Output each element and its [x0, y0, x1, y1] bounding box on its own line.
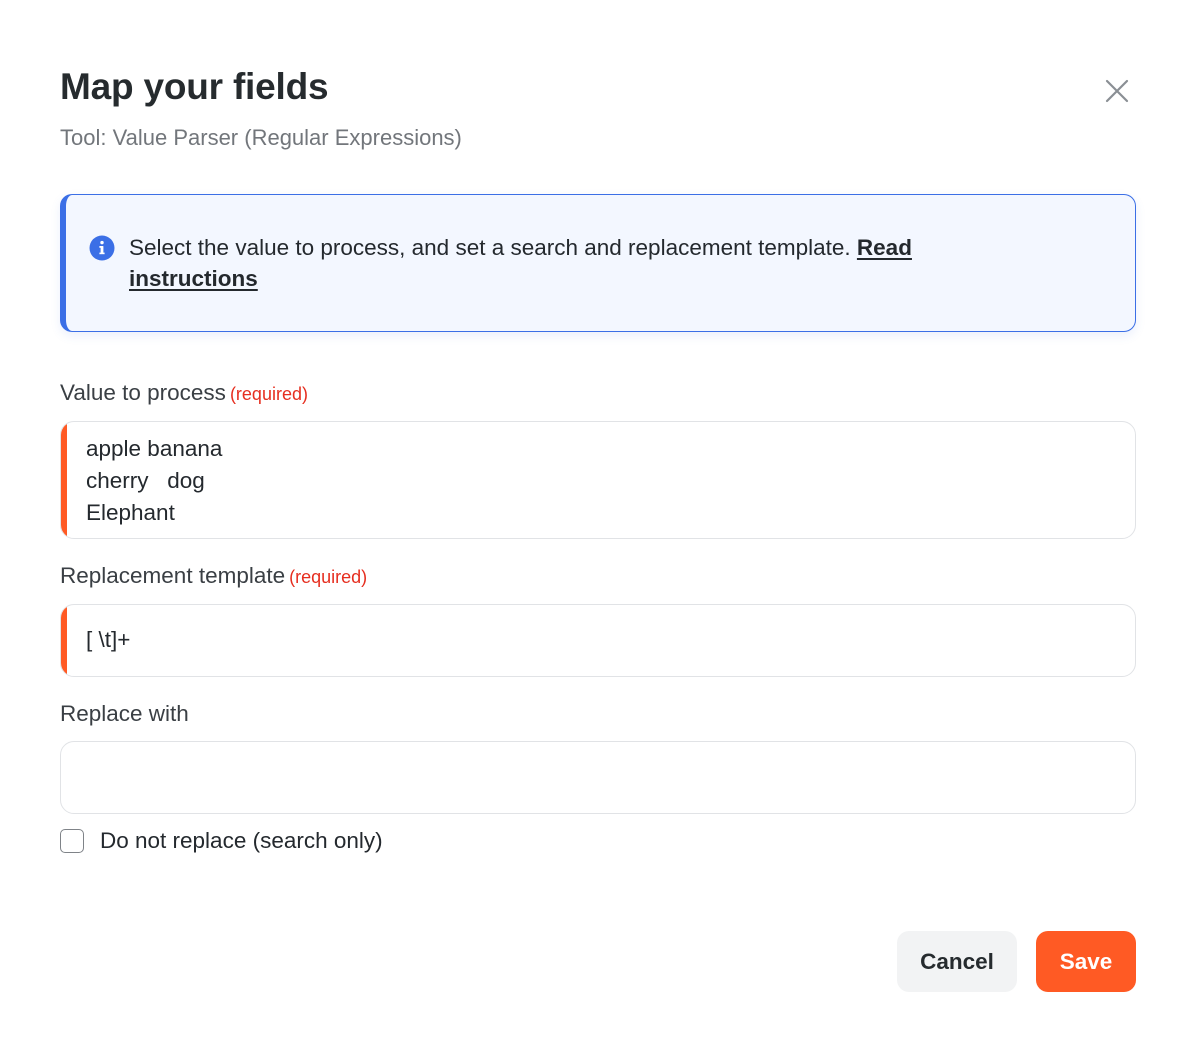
info-banner: Select the value to process, and set a s… [60, 194, 1136, 332]
replace-with-field[interactable] [60, 741, 1136, 814]
value-to-process-label-text: Value to process [60, 380, 226, 405]
replacement-template-field[interactable]: [ \t]+ [60, 604, 1136, 677]
required-indicator: (required) [289, 567, 368, 587]
dialog-subtitle: Tool: Value Parser (Regular Expressions) [60, 125, 462, 150]
replacement-template-text: [ \t]+ [86, 627, 131, 652]
replacement-template-label-text: Replacement template [60, 563, 286, 588]
close-button[interactable] [1102, 76, 1132, 106]
info-icon [89, 235, 115, 261]
replace-with-label: Replace with [60, 701, 189, 726]
close-icon [1105, 79, 1129, 103]
map-fields-dialog: Map your fields Tool: Value Parser (Regu… [0, 0, 1200, 1062]
required-indicator: (required) [229, 384, 308, 404]
info-message: Select the value to process, and set a s… [129, 235, 857, 260]
save-button[interactable]: Save [1036, 931, 1136, 992]
info-text: Select the value to process, and set a s… [129, 232, 1029, 294]
dialog-title: Map your fields [60, 66, 329, 107]
search-only-label[interactable]: Do not replace (search only) [100, 828, 383, 854]
search-only-checkbox[interactable] [60, 829, 84, 853]
value-to-process-text: apple banana cherry dog Elephant [86, 436, 223, 525]
value-to-process-field[interactable]: apple banana cherry dog Elephant [60, 421, 1136, 539]
cancel-button[interactable]: Cancel [897, 931, 1017, 992]
value-to-process-label: Value to process (required) [60, 380, 308, 406]
replacement-template-label: Replacement template (required) [60, 563, 367, 589]
search-only-option: Do not replace (search only) [60, 828, 383, 854]
